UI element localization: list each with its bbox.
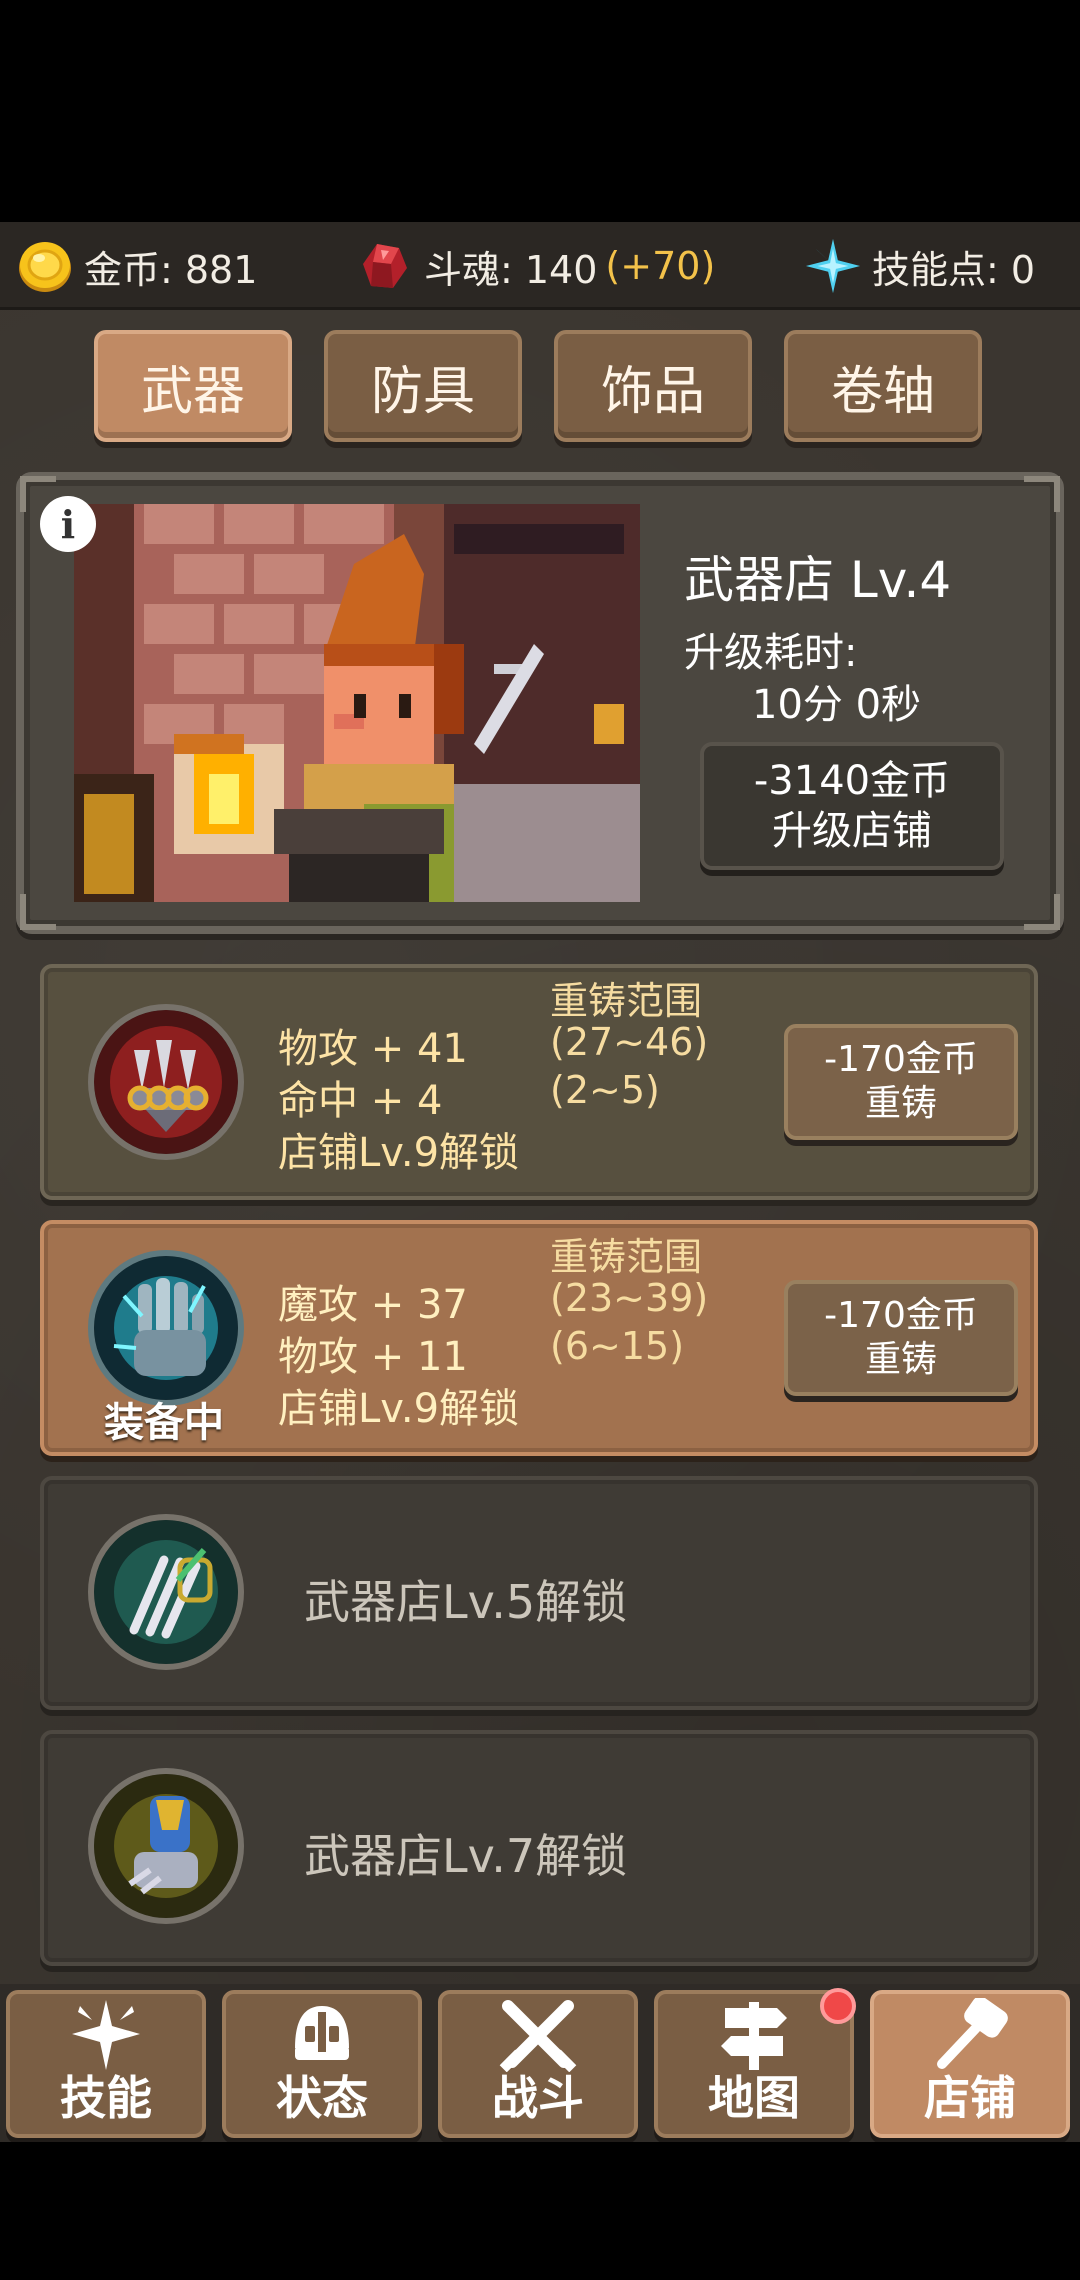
lock-requirement: 武器店Lv.7解锁 xyxy=(304,1829,628,1883)
red-crystal-icon xyxy=(356,237,414,295)
gold-label: 金币: 881 xyxy=(84,247,258,292)
gold-counter: 金币: 881 xyxy=(16,222,257,310)
reforge-label: 重铸 xyxy=(864,1083,937,1124)
panel-corner xyxy=(1024,476,1060,512)
crossed-swords-icon xyxy=(496,1998,580,2072)
nav-label: 状态 xyxy=(276,2071,368,2125)
status-bar-area xyxy=(0,0,1080,222)
bottom-nav: 技能 状态 战斗 地图 店铺 xyxy=(0,1984,1080,2142)
reforge-range: (2~5) xyxy=(550,1068,660,1112)
shop-level-title: 武器店 Lv.4 xyxy=(684,551,952,609)
soul-label: 斗魂: 140 xyxy=(424,247,598,292)
nav-battle[interactable]: 战斗 xyxy=(438,1990,638,2138)
nav-map[interactable]: 地图 xyxy=(654,1988,856,2138)
reforge-range-title: 重铸范围 xyxy=(550,979,703,1023)
weapon-item-locked: 武器店Lv.7解锁 xyxy=(40,1730,1038,1966)
skill-points-counter: 技能点: 0 xyxy=(804,222,1035,310)
blacksmith-illustration xyxy=(74,504,640,902)
weapon-item-locked: 武器店Lv.5解锁 xyxy=(40,1476,1038,1710)
claw-knuckle-icon xyxy=(88,1004,244,1160)
reforge-range: (6~15) xyxy=(550,1324,685,1368)
equipped-label: 装备中 xyxy=(104,1400,224,1446)
soul-counter: 斗魂: 140 (+70) xyxy=(356,222,715,310)
tab-accessories[interactable]: 饰品 xyxy=(554,330,752,442)
hammer-icon xyxy=(928,1998,1012,2072)
skill-points-label: 技能点: 0 xyxy=(872,247,1036,292)
upgrade-label: 升级店铺 xyxy=(772,808,932,854)
reforge-label: 重铸 xyxy=(864,1339,937,1380)
upgrade-shop-button[interactable]: -3140金币 升级店铺 xyxy=(700,742,1004,870)
reforge-button[interactable]: -170金币 重铸 xyxy=(784,1280,1018,1396)
upgrade-time-label: 升级耗时: xyxy=(684,630,858,676)
blue-star-icon xyxy=(804,237,862,295)
reforge-button[interactable]: -170金币 重铸 xyxy=(784,1024,1018,1140)
shop-info-panel: i 武器店 Lv.4 升级耗时: 10分 0秒 -3140金币 升级店铺 xyxy=(16,472,1064,934)
reforge-cost: -170金币 xyxy=(824,1295,978,1336)
nav-skills[interactable]: 技能 xyxy=(6,1990,206,2138)
upgrade-cost: -3140金币 xyxy=(753,758,951,804)
resource-bar: 金币: 881 斗魂: 140 (+70) 技能点: 0 xyxy=(0,222,1080,310)
green-claw-icon xyxy=(88,1514,244,1670)
unlock-requirement: 店铺Lv.9解锁 xyxy=(278,1386,520,1432)
reforge-range-title: 重铸范围 xyxy=(550,1235,703,1279)
stat-line: 魔攻 + 37 xyxy=(278,1282,468,1328)
nav-label: 地图 xyxy=(708,2071,800,2125)
soul-bonus: (+70) xyxy=(605,244,716,288)
stat-line: 物攻 + 11 xyxy=(278,1334,468,1380)
tab-scrolls[interactable]: 卷轴 xyxy=(784,330,982,442)
nav-label: 店铺 xyxy=(924,2071,1016,2125)
tab-armor[interactable]: 防具 xyxy=(324,330,522,442)
reforge-range: (23~39) xyxy=(550,1276,709,1320)
frost-gauntlet-icon xyxy=(88,1250,244,1406)
stat-line: 命中 + 4 xyxy=(278,1078,443,1124)
signpost-icon xyxy=(712,1998,796,2072)
sparkle-icon xyxy=(64,1998,148,2072)
nav-shop[interactable]: 店铺 xyxy=(870,1990,1070,2138)
reforge-cost: -170金币 xyxy=(824,1039,978,1080)
tab-weapons[interactable]: 武器 xyxy=(94,330,292,442)
system-nav-area xyxy=(0,2142,1080,2280)
stat-line: 物攻 + 41 xyxy=(278,1026,468,1072)
shop-screen: 金币: 881 斗魂: 140 (+70) 技能点: 0 武器 防具 饰品 卷轴… xyxy=(0,222,1080,2142)
gold-coin-icon xyxy=(16,237,74,295)
lock-requirement: 武器店Lv.5解锁 xyxy=(304,1575,628,1629)
upgrade-time-value: 10分 0秒 xyxy=(752,682,922,728)
weapon-item-equipped[interactable]: 装备中 魔攻 + 37 物攻 + 11 店铺Lv.9解锁 重铸范围 (23~39… xyxy=(40,1220,1038,1456)
helmet-icon xyxy=(280,1998,364,2072)
panel-corner xyxy=(20,894,56,930)
nav-label: 战斗 xyxy=(492,2071,584,2125)
gold-gauntlet-icon xyxy=(88,1768,244,1924)
nav-status[interactable]: 状态 xyxy=(222,1990,422,2138)
reforge-range: (27~46) xyxy=(550,1020,709,1064)
info-icon[interactable]: i xyxy=(40,496,96,552)
nav-label: 技能 xyxy=(60,2071,152,2125)
weapon-item[interactable]: 物攻 + 41 命中 + 4 店铺Lv.9解锁 重铸范围 (27~46) (2~… xyxy=(40,964,1038,1200)
unlock-requirement: 店铺Lv.9解锁 xyxy=(278,1130,520,1176)
panel-corner xyxy=(1024,894,1060,930)
notification-badge xyxy=(820,1988,856,2024)
